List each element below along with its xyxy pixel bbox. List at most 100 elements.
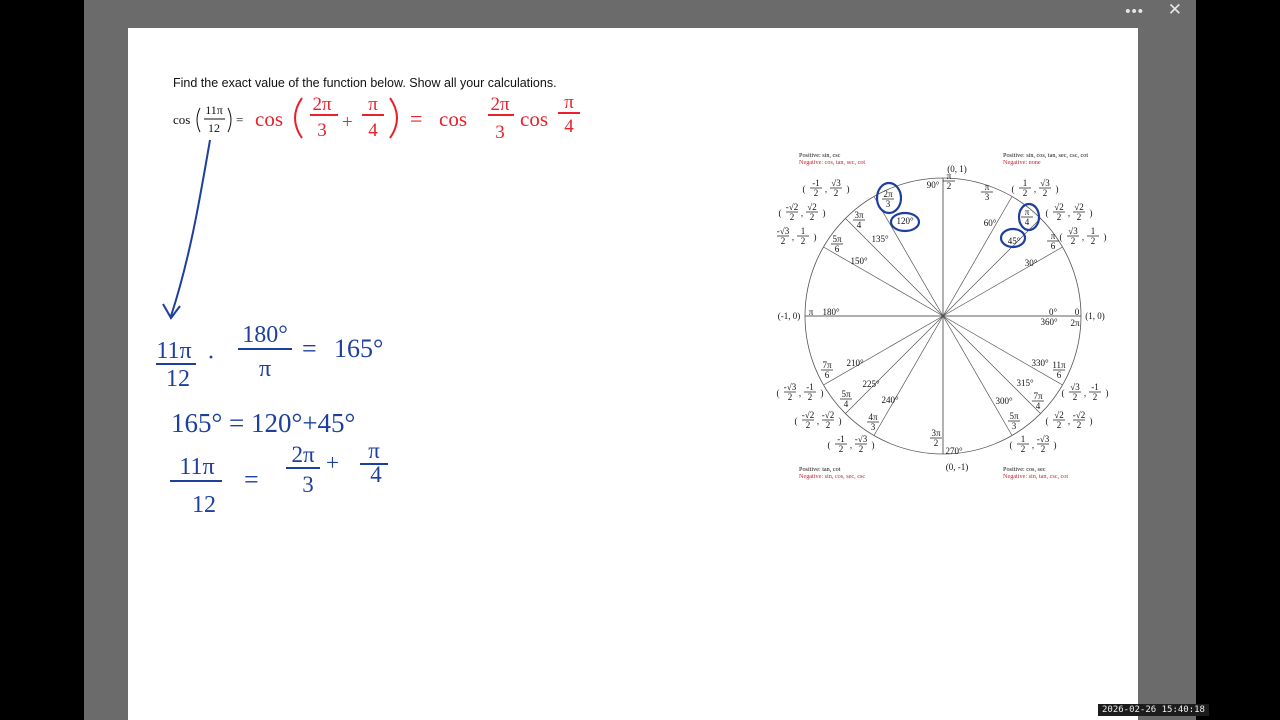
coord-120-x-den: 2	[814, 188, 819, 198]
rad-60-den: 3	[985, 192, 990, 202]
coord-240-close: )	[872, 440, 875, 450]
worksheet-page: Find the exact value of the function bel…	[128, 28, 1138, 720]
svg-text:Negative: sin, cos, sec, csc: Negative: sin, cos, sec, csc	[799, 473, 865, 480]
ray-30	[942, 246, 1063, 317]
coord-30-y-den: 2	[1091, 236, 1096, 246]
ray-135	[845, 218, 944, 317]
coord-210-comma: ,	[799, 388, 801, 398]
rad-270-num: 3π	[931, 428, 941, 438]
svg-text:3: 3	[495, 122, 505, 143]
coord-135-close: )	[823, 208, 826, 218]
svg-text:cos: cos	[173, 112, 190, 127]
rad-300-num: 5π	[1009, 411, 1019, 421]
rad-315-den: 4	[1036, 401, 1041, 411]
rad-150-den: 6	[835, 244, 840, 254]
svg-text:Positive: sin, csc: Positive: sin, csc	[799, 152, 841, 159]
coord-225-x-den: 2	[806, 420, 811, 430]
coord-45-open: (	[1046, 208, 1049, 218]
coord-60-y-den: 2	[1043, 188, 1048, 198]
coord-240-y-den: 2	[859, 444, 864, 454]
ray-60	[942, 196, 1013, 317]
rad-0: 0	[1075, 307, 1080, 317]
coord-300-x-num: 1	[1021, 434, 1026, 444]
coord-45-x-num: √2	[1054, 202, 1063, 212]
coord-150-y-den: 2	[801, 236, 806, 246]
coord-135-open: (	[779, 208, 782, 218]
coord-300-comma: ,	[1032, 440, 1034, 450]
coord-330-x-den: 2	[1073, 392, 1078, 402]
coord-240-comma: ,	[850, 440, 852, 450]
svg-text:π: π	[259, 356, 271, 382]
coord-315-close: )	[1090, 416, 1093, 426]
rad-210-num: 7π	[822, 360, 832, 370]
coord-120-comma: ,	[825, 184, 827, 194]
coord-120-open: (	[803, 184, 806, 194]
coord-135-x-den: 2	[790, 212, 795, 222]
svg-text:π: π	[368, 94, 378, 115]
svg-text:180°: 180°	[242, 322, 288, 348]
coord-330-y-den: 2	[1093, 392, 1098, 402]
degree-180: 180°	[822, 307, 840, 317]
coord-45-y-num: √2	[1074, 202, 1083, 212]
coord-300-y-den: 2	[1041, 444, 1046, 454]
close-icon[interactable]: ✕	[1168, 0, 1182, 20]
coord-225-comma: ,	[817, 416, 819, 426]
coord-300-close: )	[1054, 440, 1057, 450]
rad-210-den: 6	[825, 370, 830, 380]
coord-45-comma: ,	[1068, 208, 1070, 218]
svg-text:2π: 2π	[490, 94, 510, 115]
handwritten-radians: 11π 12 = 2π 3 + π 4	[170, 438, 388, 518]
rad-300-den: 3	[1012, 421, 1017, 431]
degree-90: 90°	[927, 180, 940, 190]
rad-225-den: 4	[844, 399, 849, 409]
coord-240-y-num: -√3	[855, 434, 868, 444]
rad-360: 2π	[1070, 318, 1080, 328]
ray-240	[873, 315, 944, 436]
svg-text:π: π	[368, 438, 380, 463]
more-options-icon[interactable]: •••	[1125, 3, 1144, 20]
svg-text:3: 3	[302, 472, 314, 497]
coord-330-open: (	[1062, 388, 1065, 398]
degree-150: 150°	[850, 256, 868, 266]
svg-text:Negative: sin, tan, csc, cot: Negative: sin, tan, csc, cot	[1003, 473, 1068, 480]
point-right: (1, 0)	[1085, 311, 1105, 321]
coord-225-y-num: -√2	[822, 410, 834, 420]
ray-300	[942, 315, 1013, 436]
coord-45-close: )	[1090, 208, 1093, 218]
coord-330-comma: ,	[1084, 388, 1086, 398]
coord-135-y-den: 2	[810, 212, 815, 222]
degree-60: 60°	[984, 218, 997, 228]
rad-60-num: π	[985, 182, 990, 192]
svg-text:=: =	[302, 334, 317, 363]
degree-360: 360°	[1040, 317, 1058, 327]
coord-120-close: )	[847, 184, 850, 194]
rad-315-num: 7π	[1033, 391, 1043, 401]
coord-30-close: )	[1104, 232, 1107, 242]
svg-text:=: =	[236, 112, 243, 127]
svg-text:Positive: tan, cot: Positive: tan, cot	[799, 466, 841, 473]
svg-text:cos: cos	[439, 107, 467, 131]
coord-30-x-num: √3	[1068, 226, 1078, 236]
coord-225-open: (	[795, 416, 798, 426]
work-area: cos 11π 12 = cos 2π 3 + π 4 = cos 2π 3 c…	[156, 92, 580, 518]
coord-135-y-num: √2	[807, 202, 816, 212]
coord-300-x-den: 2	[1021, 444, 1026, 454]
rad-150-num: 5π	[832, 234, 842, 244]
svg-text:12: 12	[208, 121, 220, 135]
coord-315-open: (	[1046, 416, 1049, 426]
unit-circle-diagram: (0, 1) (0, -1) (-1, 0) (1, 0) 0° 30° 45° 60° 90°…	[777, 152, 1109, 480]
point-left: (-1, 0)	[778, 311, 801, 321]
degree-240: 240°	[881, 395, 899, 405]
degree-315: 315°	[1016, 378, 1034, 388]
rad-135-num: 3π	[854, 210, 864, 220]
coord-240-x-den: 2	[839, 444, 844, 454]
svg-text:cos: cos	[255, 107, 283, 131]
svg-text:=: =	[244, 465, 259, 494]
coord-330-x-num: √3	[1070, 382, 1080, 392]
rad-30-num: π	[1051, 231, 1056, 241]
degree-330: 330°	[1031, 358, 1049, 368]
coord-60-x-den: 2	[1023, 188, 1028, 198]
paren-right-icon	[227, 107, 232, 133]
coord-315-y-den: 2	[1077, 420, 1082, 430]
svg-text:11π: 11π	[156, 338, 191, 364]
